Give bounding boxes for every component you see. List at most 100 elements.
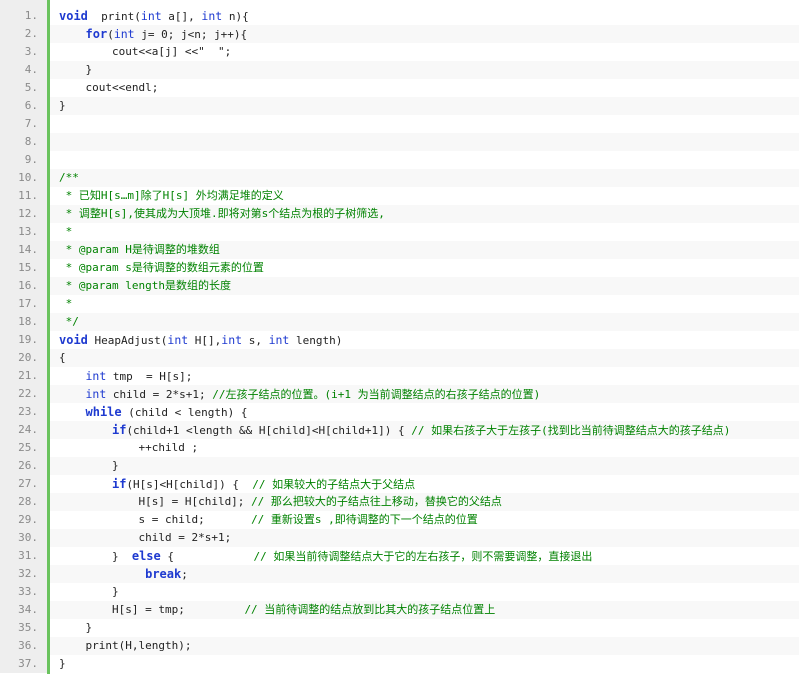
line-number: 16. — [0, 277, 47, 295]
code-text: break; — [59, 565, 188, 583]
code-comment: // 如果较大的子结点大于父结点 — [252, 478, 416, 491]
code-text: if(H[s]<H[child]) { // 如果较大的子结点大于父结点 — [59, 475, 415, 493]
line-number: 25. — [0, 439, 47, 457]
line-number: 8. — [0, 133, 47, 151]
line-number: 23. — [0, 403, 47, 421]
code-token: print( — [87, 10, 141, 23]
code-text: int tmp = H[s]; — [59, 367, 193, 385]
code-token: (child < length) { — [121, 406, 248, 419]
code-keyword: void — [59, 333, 88, 347]
code-keyword: int — [201, 9, 223, 23]
code-line: 1. void print(int a[], int n){ — [0, 7, 799, 25]
line-number: 14. — [0, 241, 47, 259]
line-number: 34. — [0, 601, 47, 619]
code-keyword: int — [85, 387, 107, 401]
code-token: length) — [289, 334, 343, 347]
code-text: H[s] = tmp; // 当前待调整的结点放到比其大的孩子结点位置上 — [59, 601, 495, 619]
code-comment: * @param s是待调整的数组元素的位置 — [59, 261, 264, 274]
code-token: (H[s]<H[child]) { — [126, 478, 253, 491]
code-line: 33. } — [0, 583, 799, 601]
code-keyword: void — [59, 9, 88, 23]
code-token: } — [59, 657, 66, 670]
code-line: 32. break; — [0, 565, 799, 583]
code-text: } — [59, 97, 66, 115]
code-line: 15. * @param s是待调整的数组元素的位置 — [0, 259, 799, 277]
code-comment: * — [59, 225, 73, 238]
code-line: 12. * 调整H[s],使其成为大顶堆.即将对第s个结点为根的子树筛选, — [0, 205, 799, 223]
code-comment: // 如果右孩子大于左孩子(找到比当前待调整结点大的孩子结点) — [411, 424, 731, 437]
code-keyword: int — [140, 9, 162, 23]
line-number: 20. — [0, 349, 47, 367]
code-comment: * 已知H[s…m]除了H[s] 外均满足堆的定义 — [59, 189, 284, 202]
code-text: * @param H是待调整的堆数组 — [59, 241, 220, 259]
code-line: 26. } — [0, 457, 799, 475]
code-token: print(H,length); — [59, 639, 192, 652]
code-comment: // 那么把较大的子结点往上移动，替换它的父结点 — [251, 495, 502, 508]
code-keyword: if — [111, 477, 127, 491]
line-number: 9. — [0, 151, 47, 169]
code-token: tmp = H[s]; — [106, 370, 193, 383]
code-token: } — [59, 550, 132, 563]
code-token: { — [59, 351, 66, 364]
code-line: 19. void HeapAdjust(int H[],int s, int le… — [0, 331, 799, 349]
code-token: { — [160, 550, 254, 563]
line-number: 4. — [0, 61, 47, 79]
code-line: 35. } — [0, 619, 799, 637]
code-line: 37.} — [0, 655, 799, 673]
code-text: */ — [59, 313, 79, 331]
code-line: 17. * — [0, 295, 799, 313]
code-line: 25. ++child ; — [0, 439, 799, 457]
code-token: cout<<endl; — [59, 81, 159, 94]
line-number: 26. — [0, 457, 47, 475]
code-token: s = child; — [59, 513, 252, 526]
code-keyword: int — [167, 333, 189, 347]
code-line: 3. cout<<a[j] <<" "; — [0, 43, 799, 61]
line-number: 24. — [0, 421, 47, 439]
code-keyword: break — [145, 567, 182, 581]
code-keyword: int — [221, 333, 243, 347]
code-comment: // 当前待调整的结点放到比其大的孩子结点位置上 — [244, 603, 496, 616]
code-text: void print(int a[], int n){ — [59, 7, 249, 25]
line-number: 21. — [0, 367, 47, 385]
line-number: 3. — [0, 43, 47, 61]
code-token: ( — [107, 28, 114, 41]
code-text: } — [59, 655, 66, 673]
line-number: 31. — [0, 547, 47, 565]
code-comment: /** — [59, 171, 79, 184]
code-keyword: if — [111, 423, 127, 437]
code-keyword: int — [113, 27, 135, 41]
code-token: } — [59, 621, 93, 634]
code-line: 4. } — [0, 61, 799, 79]
line-number: 17. — [0, 295, 47, 313]
code-comment: //左孩子结点的位置。(i+1 为当前调整结点的右孩子结点的位置) — [212, 388, 541, 401]
code-keyword: int — [268, 333, 290, 347]
code-line: 30. child = 2*s+1; — [0, 529, 799, 547]
code-line: 7. — [0, 115, 799, 133]
line-number: 13. — [0, 223, 47, 241]
code-text: * — [59, 295, 73, 313]
line-number: 11. — [0, 187, 47, 205]
line-number: 1. — [0, 7, 47, 25]
code-text: cout<<endl; — [59, 79, 158, 97]
code-token: child = 2*s+1; — [106, 388, 213, 401]
line-number: 35. — [0, 619, 47, 637]
code-line: 21. int tmp = H[s]; — [0, 367, 799, 385]
code-token: } — [59, 99, 66, 112]
code-text: s = child; // 重新设置s ,即待调整的下一个结点的位置 — [59, 511, 477, 529]
code-line: 34. H[s] = tmp; // 当前待调整的结点放到比其大的孩子结点位置上 — [0, 601, 799, 619]
code-line: 28. H[s] = H[child]; // 那么把较大的子结点往上移动，替换… — [0, 493, 799, 511]
code-token: a[], — [161, 10, 202, 23]
line-number: 7. — [0, 115, 47, 133]
code-line: 13. * — [0, 223, 799, 241]
code-line: 10. /** — [0, 169, 799, 187]
line-number: 5. — [0, 79, 47, 97]
code-comment: * 调整H[s],使其成为大顶堆.即将对第s个结点为根的子树筛选, — [59, 207, 385, 220]
code-text: } — [59, 61, 92, 79]
line-number: 12. — [0, 205, 47, 223]
code-line: 31. } else { // 如果当前待调整结点大于它的左右孩子，则不需要调整… — [0, 547, 799, 565]
line-number: 18. — [0, 313, 47, 331]
line-number: 37. — [0, 655, 47, 673]
code-token: s, — [242, 334, 269, 347]
code-line: 6.} — [0, 97, 799, 115]
